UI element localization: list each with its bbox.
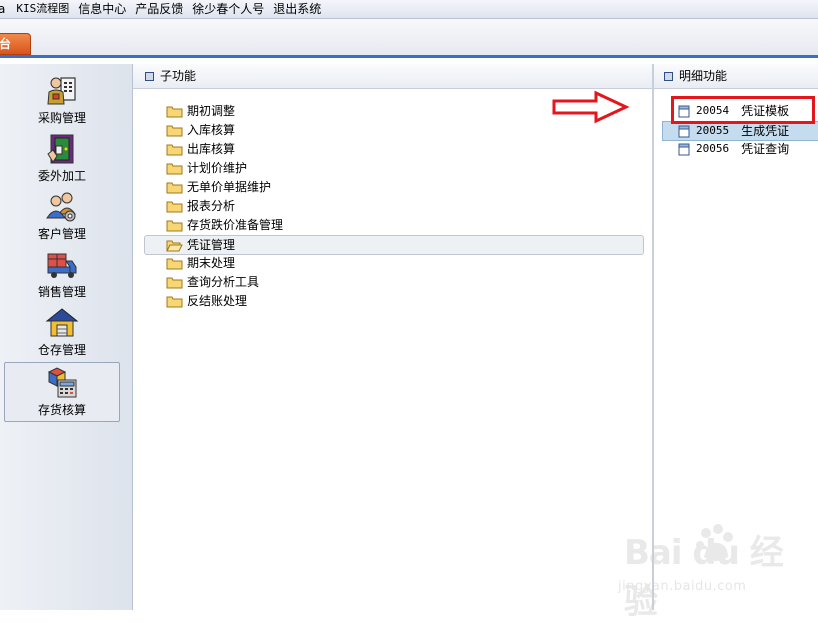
folder-icon [166, 277, 183, 288]
subfunction-header: 子功能 [133, 64, 652, 89]
detail-item[interactable]: 20056 凭证查询 [662, 140, 789, 158]
delivery-truck-icon [47, 253, 77, 278]
panel-title: 子功能 [160, 69, 197, 83]
baidu-watermark: Bai du 经验 jingyan.baidu.com [610, 519, 810, 622]
sidebar-item-outsource[interactable]: 委外加工 [4, 132, 120, 188]
menu-item-partial[interactable]: a [0, 0, 5, 18]
folder-icon [166, 163, 183, 174]
folder-icon [166, 106, 183, 117]
detail-name: 生成凭证 [741, 124, 790, 138]
tree-item[interactable]: 期初调整 [145, 102, 235, 120]
tree-item-label: 出库核算 [187, 142, 236, 156]
header-square-icon [145, 71, 154, 81]
sidebar-item-label: 委外加工 [37, 169, 86, 183]
menu-item-feedback[interactable]: 产品反馈 [135, 0, 183, 18]
folder-icon [166, 296, 183, 307]
folder-icon [166, 144, 183, 155]
sidebar-item-customers[interactable]: 客户管理 [4, 190, 120, 246]
tree-item-label: 报表分析 [187, 199, 236, 213]
tree-item[interactable]: 反结账处理 [145, 292, 247, 310]
tree-item-label: 凭证管理 [187, 238, 236, 252]
detail-name: 凭证查询 [741, 142, 790, 156]
tree-item-label: 计划价维护 [187, 161, 248, 175]
tree-item[interactable]: 出库核算 [145, 140, 235, 158]
tree-item-label: 查询分析工具 [187, 275, 260, 289]
watermark-brand: Bai du 经验 [624, 533, 784, 622]
tree-item-label: 存货跌价准备管理 [187, 218, 284, 232]
sidebar-item-purchase[interactable]: 采购管理 [4, 74, 120, 130]
sidebar-item-label: 存货核算 [37, 403, 86, 417]
subfunction-panel: 子功能 期初调整 入库核算 出库核算 计划价维护 无单价单据维护 报表分析 存货… [133, 64, 653, 610]
tree-item[interactable]: 计划价维护 [145, 159, 247, 177]
inventory-calculator-icon [47, 367, 77, 398]
sidebar-item-sales[interactable]: 销售管理 [4, 248, 120, 304]
tree-item[interactable]: 查询分析工具 [145, 273, 259, 291]
panel-title: 明细功能 [679, 69, 728, 83]
toolbar: 台 [0, 19, 818, 58]
sidebar-item-warehouse[interactable]: 仓存管理 [4, 306, 120, 362]
open-folder-icon [166, 240, 183, 251]
warehouse-icon [45, 308, 79, 337]
folder-icon [166, 258, 183, 269]
document-icon [678, 125, 690, 137]
menu-item-personal[interactable]: 徐少春个人号 [192, 0, 264, 18]
detail-code: 20056 [696, 142, 730, 155]
tree-item-label: 入库核算 [187, 123, 236, 137]
menu-item-kis-flowchart[interactable]: KIS流程图 [16, 0, 69, 18]
folder-icon [166, 220, 183, 231]
tree-item[interactable]: 存货跌价准备管理 [145, 216, 283, 234]
arrow-right-icon [552, 90, 630, 124]
detail-item-selected[interactable]: 20055 生成凭证 [662, 121, 818, 141]
tree-item-selected[interactable]: 凭证管理 [144, 235, 644, 255]
module-sidebar: 采购管理 委外加工 客户管理 销售管理 仓存管理 存货核算 [0, 64, 133, 610]
tree-item-label: 无单价单据维护 [187, 180, 272, 194]
sidebar-item-label: 采购管理 [37, 111, 86, 125]
workbench-tab[interactable]: 台 [0, 33, 31, 55]
tree-item[interactable]: 报表分析 [145, 197, 235, 215]
folder-icon [166, 201, 183, 212]
sidebar-item-label: 客户管理 [37, 227, 86, 241]
detail-header: 明细功能 [654, 64, 818, 89]
folder-icon [166, 182, 183, 193]
purchase-icon [47, 77, 76, 105]
menu-bar: a KIS流程图 信息中心 产品反馈 徐少春个人号 退出系统 [0, 0, 818, 19]
document-icon [678, 143, 690, 155]
sidebar-item-inventory-costing[interactable]: 存货核算 [4, 362, 120, 422]
tree-item[interactable]: 无单价单据维护 [145, 178, 271, 196]
menu-item-exit[interactable]: 退出系统 [273, 0, 321, 18]
menu-item-info-center[interactable]: 信息中心 [78, 0, 126, 18]
folder-icon [166, 125, 183, 136]
highlight-annotation-box [671, 96, 815, 124]
header-square-icon [664, 71, 673, 81]
tree-item-label: 期末处理 [187, 256, 236, 270]
detail-code: 20055 [696, 124, 730, 137]
tree-item[interactable]: 期末处理 [145, 254, 235, 272]
sidebar-item-label: 销售管理 [37, 285, 86, 299]
tree-item-label: 期初调整 [187, 104, 236, 118]
customers-icon [46, 192, 76, 222]
watermark-url: jingyan.baidu.com [618, 579, 747, 594]
tree-item-label: 反结账处理 [187, 294, 248, 308]
outsource-door-icon [47, 134, 74, 164]
sidebar-item-label: 仓存管理 [37, 343, 86, 357]
tree-item[interactable]: 入库核算 [145, 121, 235, 139]
